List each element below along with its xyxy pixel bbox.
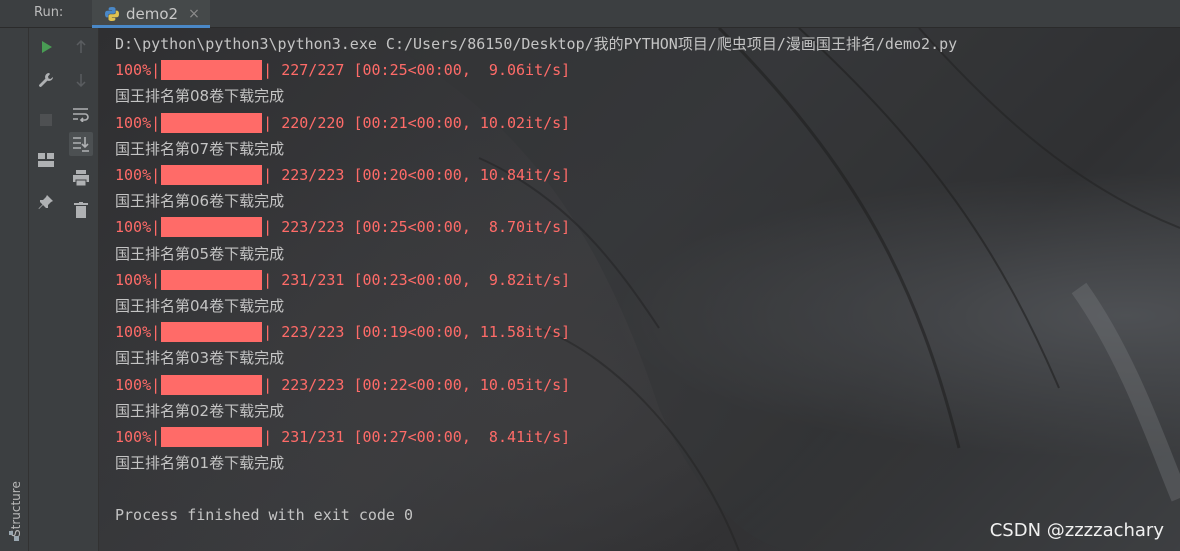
arrow-up-icon[interactable] — [69, 35, 93, 59]
progress-stats: | 231/231 [00:27<00:00, 8.41it/s] — [263, 427, 571, 446]
progress-stats: | 227/227 [00:25<00:00, 9.06it/s] — [263, 61, 571, 80]
scroll-to-end-icon[interactable] — [69, 132, 93, 156]
progress-line: 100%| | 231/231 [00:23<00:00, 9.82it/s] — [115, 267, 957, 293]
progress-bar — [161, 112, 263, 133]
progress-percent: 100%| — [115, 323, 161, 342]
structure-icon — [9, 531, 19, 541]
progress-bar — [161, 269, 263, 290]
progress-bar — [161, 426, 263, 447]
download-complete-message: 国王排名第06卷下载完成 — [115, 192, 285, 211]
command-line: D:\python\python3\python3.exe C:/Users/8… — [115, 35, 958, 53]
watermark: CSDN @zzzzachary — [989, 520, 1164, 541]
left-tool-strip: Structure — [0, 28, 29, 551]
progress-percent: 100%| — [115, 166, 161, 185]
progress-line: 100%| | 220/220 [00:21<00:00, 10.02it/s] — [115, 110, 957, 136]
download-complete-message: 国王排名第04卷下载完成 — [115, 296, 285, 315]
rerun-icon[interactable] — [34, 35, 58, 59]
run-controls — [30, 28, 62, 551]
run-label: Run: — [34, 5, 64, 20]
progress-line: 100%| | 227/227 [00:25<00:00, 9.06it/s] — [115, 57, 957, 83]
progress-stats: | 223/223 [00:20<00:00, 10.84it/s] — [263, 166, 571, 185]
download-complete-message: 国王排名第07卷下载完成 — [115, 139, 285, 158]
progress-bar — [161, 217, 263, 238]
progress-stats: | 223/223 [00:22<00:00, 10.05it/s] — [263, 375, 571, 394]
progress-stats: | 223/223 [00:19<00:00, 11.58it/s] — [263, 323, 571, 342]
progress-percent: 100%| — [115, 427, 161, 446]
progress-stats: | 220/220 [00:21<00:00, 10.02it/s] — [263, 113, 571, 132]
download-complete-message: 国王排名第05卷下载完成 — [115, 244, 285, 263]
download-complete-message: 国王排名第02卷下载完成 — [115, 401, 285, 420]
console-lines: D:\python\python3\python3.exe C:/Users/8… — [115, 31, 957, 529]
progress-percent: 100%| — [115, 113, 161, 132]
progress-line: 100%| | 223/223 [00:20<00:00, 10.84it/s] — [115, 162, 957, 188]
stop-icon[interactable] — [34, 108, 58, 132]
wrench-icon[interactable] — [34, 68, 58, 92]
arrow-down-icon[interactable] — [69, 68, 93, 92]
progress-percent: 100%| — [115, 61, 161, 80]
progress-line: 100%| | 223/223 [00:22<00:00, 10.05it/s] — [115, 371, 957, 397]
progress-line: 100%| | 223/223 [00:25<00:00, 8.70it/s] — [115, 214, 957, 240]
console-output[interactable]: D:\python\python3\python3.exe C:/Users/8… — [99, 28, 1180, 551]
structure-tab[interactable]: Structure — [4, 458, 24, 548]
progress-bar — [161, 374, 263, 395]
progress-percent: 100%| — [115, 270, 161, 289]
pin-icon[interactable] — [34, 190, 58, 214]
tab-demo2[interactable]: demo2 × — [92, 0, 210, 28]
progress-percent: 100%| — [115, 375, 161, 394]
download-complete-message: 国王排名第03卷下载完成 — [115, 349, 285, 368]
progress-percent: 100%| — [115, 218, 161, 237]
process-finished-line: Process finished with exit code 0 — [115, 506, 414, 525]
tab-label: demo2 — [126, 4, 179, 23]
layout-icon[interactable] — [34, 148, 58, 172]
close-icon[interactable]: × — [188, 6, 200, 22]
download-complete-message: 国王排名第01卷下载完成 — [115, 454, 285, 472]
progress-stats: | 223/223 [00:25<00:00, 8.70it/s] — [263, 218, 571, 237]
progress-bar — [161, 60, 263, 81]
progress-bar — [161, 322, 263, 343]
download-complete-message: 国王排名第08卷下载完成 — [115, 87, 285, 106]
python-icon — [104, 6, 120, 22]
console-controls — [64, 28, 99, 551]
progress-stats: | 231/231 [00:23<00:00, 9.82it/s] — [263, 270, 571, 289]
run-toolbar: Run: demo2 × — [0, 0, 1180, 28]
structure-label: Structure — [9, 481, 23, 537]
trash-icon[interactable] — [69, 198, 93, 222]
soft-wrap-icon[interactable] — [69, 102, 93, 126]
print-icon[interactable] — [69, 166, 93, 190]
progress-line: 100%| | 223/223 [00:19<00:00, 11.58it/s] — [115, 319, 957, 345]
progress-line: 100%| | 231/231 [00:27<00:00, 8.41it/s] — [115, 424, 957, 450]
progress-bar — [161, 165, 263, 186]
